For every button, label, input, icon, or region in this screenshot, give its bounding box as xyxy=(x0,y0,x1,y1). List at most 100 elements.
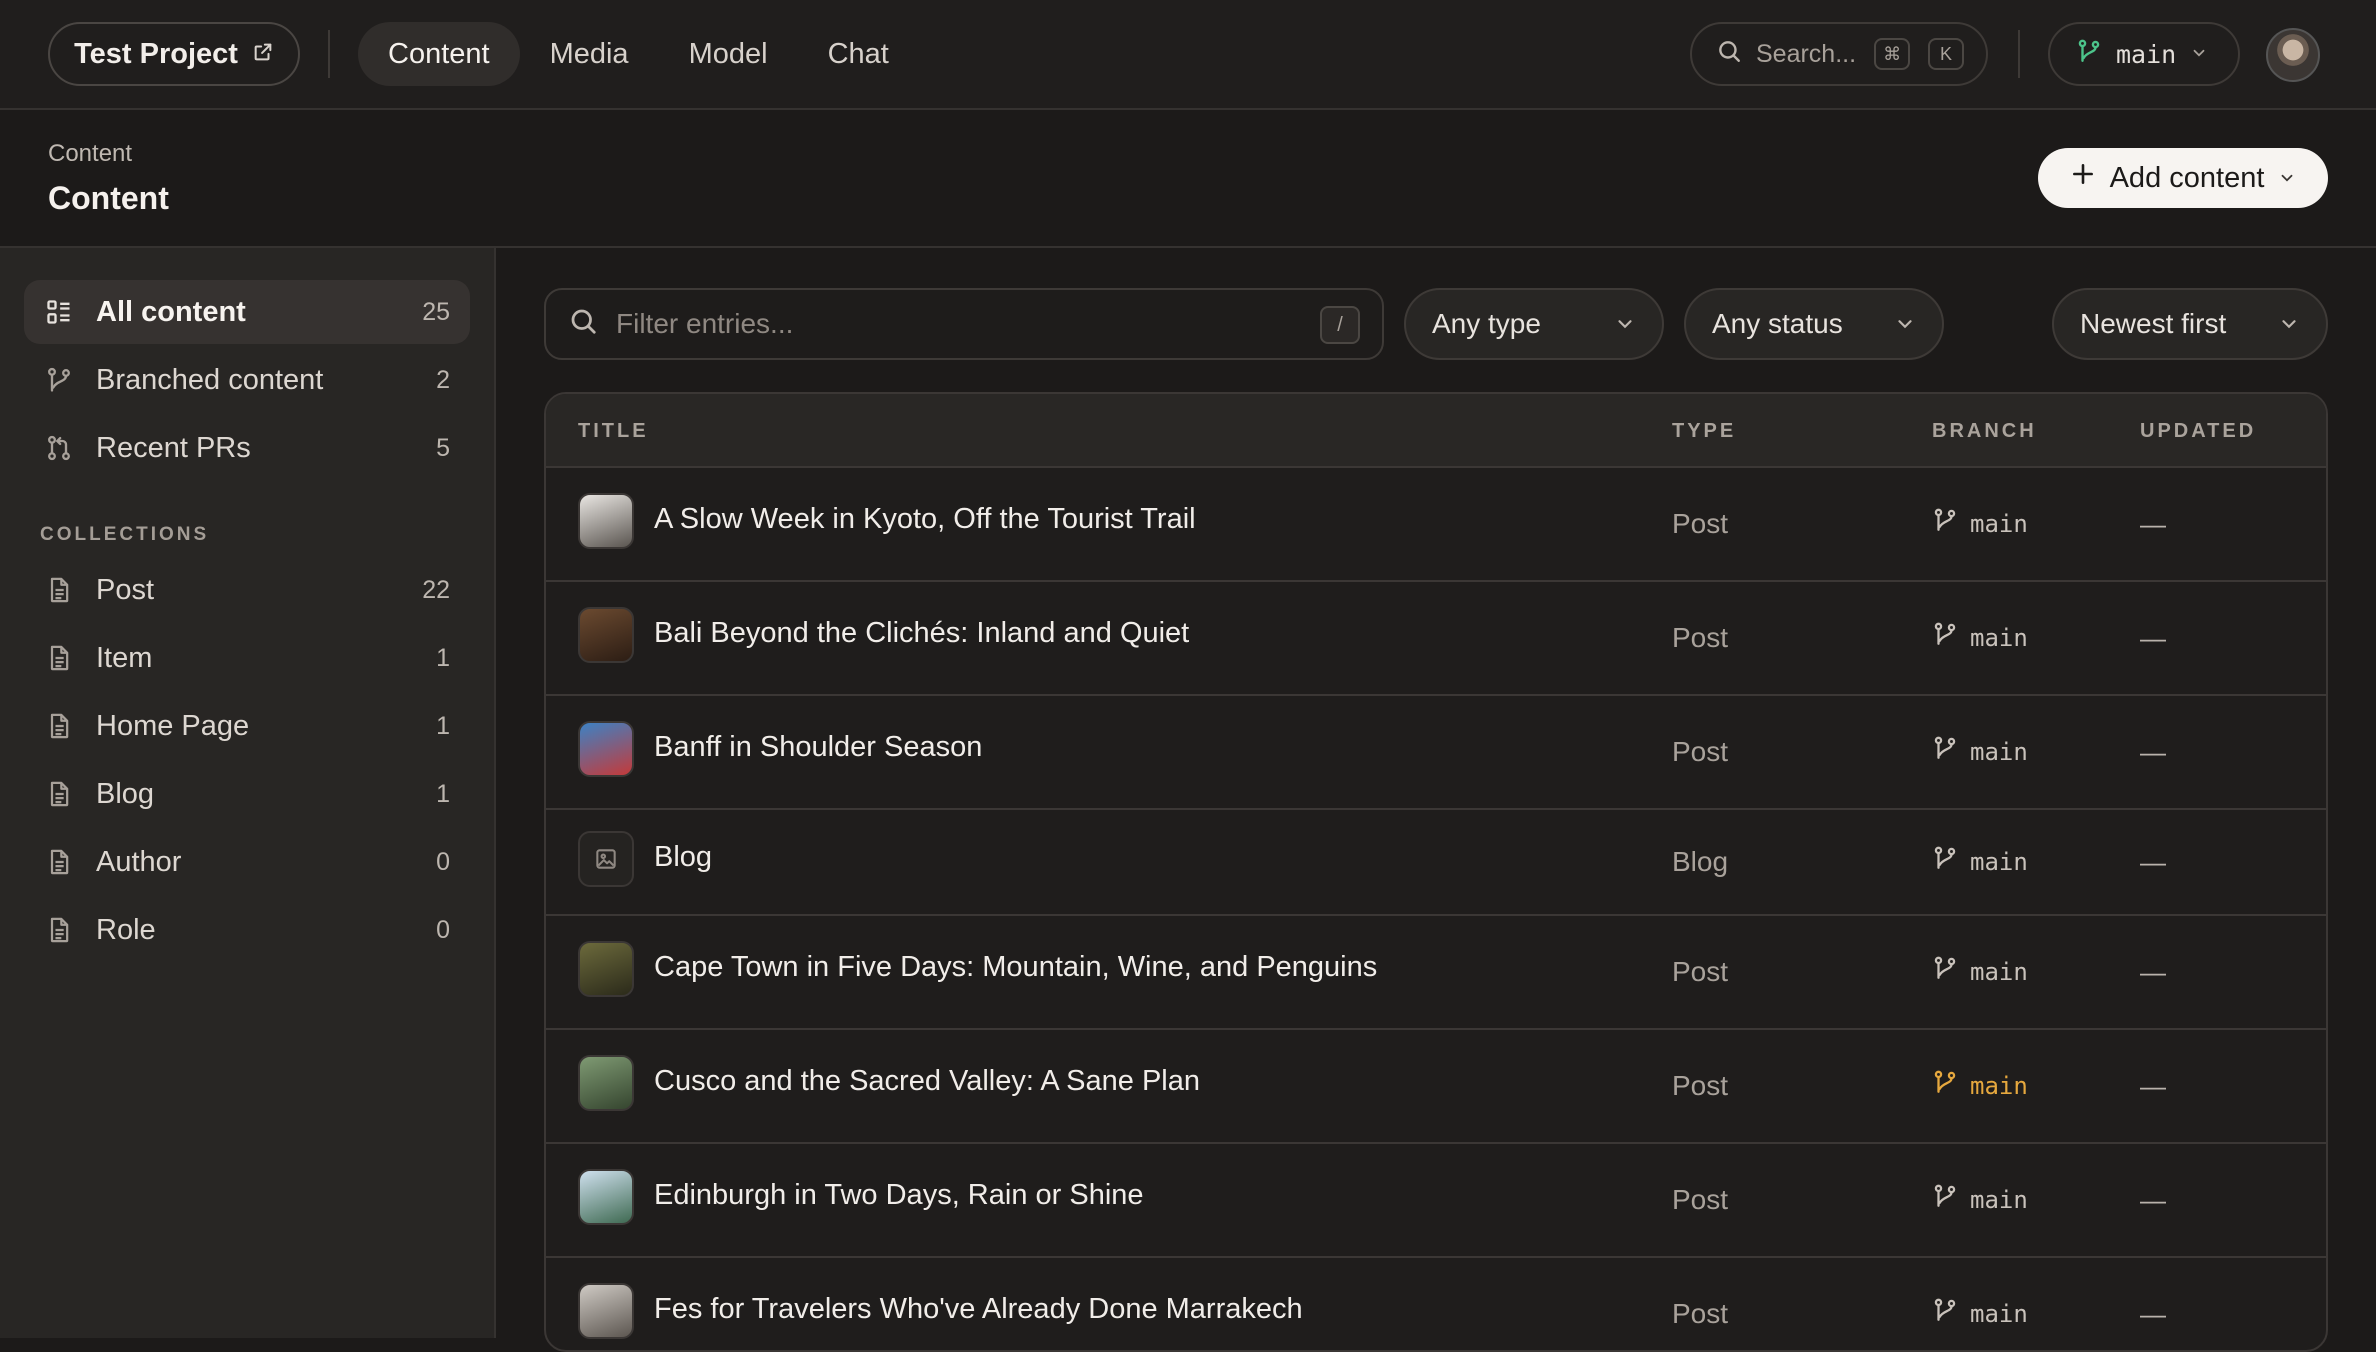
page-header: Content Content Add content xyxy=(0,110,2376,248)
sidebar-item-author[interactable]: Author 0 xyxy=(24,830,470,894)
row-updated: — xyxy=(2140,957,2166,987)
user-avatar[interactable] xyxy=(2266,28,2320,82)
table-row[interactable]: A Slow Week in Kyoto, Off the Tourist Tr… xyxy=(546,468,2326,582)
row-type: Post xyxy=(1672,622,1729,653)
row-branch: main xyxy=(1932,507,2028,540)
sidebar-item-count: 1 xyxy=(436,711,450,740)
cmd-key: ⌘ xyxy=(1874,38,1911,70)
row-title[interactable]: Bali Beyond the Clichés: Inland and Quie… xyxy=(654,617,1189,650)
nav-content[interactable]: Content xyxy=(358,22,520,86)
sidebar-item-count: 5 xyxy=(436,433,450,462)
column-header-type[interactable]: TYPE xyxy=(1672,420,1736,443)
row-updated: — xyxy=(2140,1071,2166,1101)
sidebar-item-blog[interactable]: Blog 1 xyxy=(24,762,470,826)
type-filter-value: Any type xyxy=(1432,308,1541,339)
row-title[interactable]: A Slow Week in Kyoto, Off the Tourist Tr… xyxy=(654,503,1196,536)
sidebar-item-count: 2 xyxy=(436,365,450,394)
row-title[interactable]: Cape Town in Five Days: Mountain, Wine, … xyxy=(654,951,1377,984)
project-switcher-button[interactable]: Test Project xyxy=(48,22,300,86)
sidebar-item-all-content[interactable]: All content 25 xyxy=(24,280,470,344)
row-title[interactable]: Cusco and the Sacred Valley: A Sane Plan xyxy=(654,1065,1200,1098)
breadcrumb[interactable]: Content xyxy=(48,140,132,168)
row-updated: — xyxy=(2140,1299,2166,1329)
git-branch-icon xyxy=(1932,845,1958,878)
row-updated: — xyxy=(2140,737,2166,767)
branch-switcher[interactable]: main xyxy=(2048,22,2240,86)
row-title[interactable]: Edinburgh in Two Days, Rain or Shine xyxy=(654,1179,1144,1212)
git-branch-icon xyxy=(1932,955,1958,988)
row-title[interactable]: Fes for Travelers Who've Already Done Ma… xyxy=(654,1293,1303,1326)
sidebar-item-role[interactable]: Role 0 xyxy=(24,898,470,962)
table-row[interactable]: Bali Beyond the Clichés: Inland and Quie… xyxy=(546,582,2326,696)
sidebar-item-post[interactable]: Post 22 xyxy=(24,558,470,622)
search-icon xyxy=(1716,38,1742,71)
plus-icon xyxy=(2070,161,2096,195)
branch-name: main xyxy=(2116,39,2177,69)
type-filter-select[interactable]: Any type xyxy=(1404,288,1664,360)
thumbnail-image xyxy=(578,493,634,549)
row-title[interactable]: Blog xyxy=(654,841,712,874)
sidebar-item-label: Branched content xyxy=(96,363,324,396)
search-placeholder: Search... xyxy=(1756,39,1857,68)
sidebar-item-count: 25 xyxy=(422,297,450,326)
branch-name: main xyxy=(1970,737,2028,766)
project-name: Test Project xyxy=(74,37,238,70)
sidebar-item-recent-prs[interactable]: Recent PRs 5 xyxy=(24,416,470,480)
row-type: Post xyxy=(1672,736,1729,767)
sidebar-item-branched-content[interactable]: Branched content 2 xyxy=(24,348,470,412)
table-row[interactable]: Blog Blog main — xyxy=(546,810,2326,916)
add-content-label: Add content xyxy=(2109,161,2265,194)
table-row[interactable]: Cape Town in Five Days: Mountain, Wine, … xyxy=(546,916,2326,1030)
git-branch-icon xyxy=(1932,1183,1958,1216)
row-updated: — xyxy=(2140,847,2166,877)
sidebar-item-home-page[interactable]: Home Page 1 xyxy=(24,694,470,758)
image-placeholder-icon xyxy=(578,831,634,887)
branch-name: main xyxy=(1970,847,2028,876)
row-type: Blog xyxy=(1672,846,1729,877)
collections-heading: COLLECTIONS xyxy=(40,524,210,545)
sort-select[interactable]: Newest first xyxy=(2052,288,2328,360)
git-pull-request-icon xyxy=(44,433,74,463)
table-row[interactable]: Edinburgh in Two Days, Rain or Shine Post… xyxy=(546,1144,2326,1258)
grid-list-icon xyxy=(44,297,74,327)
branch-name: main xyxy=(1970,623,2028,652)
global-search[interactable]: Search... ⌘ K xyxy=(1690,22,1988,86)
thumbnail-image xyxy=(578,721,634,777)
add-content-button[interactable]: Add content xyxy=(2038,148,2328,208)
git-branch-icon xyxy=(44,365,74,395)
row-title[interactable]: Banff in Shoulder Season xyxy=(654,731,982,764)
column-header-title[interactable]: TITLE xyxy=(578,420,649,443)
thumbnail-image xyxy=(578,1055,634,1111)
content-table: TITLE TYPE BRANCH UPDATED A Slow Week in… xyxy=(544,392,2328,1352)
top-bar: Test Project Content Media Model Chat Se… xyxy=(0,0,2376,110)
row-updated: — xyxy=(2140,509,2166,539)
external-link-icon xyxy=(252,38,274,71)
divider xyxy=(2018,30,2020,78)
divider xyxy=(328,30,330,78)
thumbnail-image xyxy=(578,1283,634,1339)
sidebar-item-item[interactable]: Item 1 xyxy=(24,626,470,690)
table-row[interactable]: Banff in Shoulder Season Post main — xyxy=(546,696,2326,810)
branch-name: main xyxy=(1970,509,2028,538)
column-header-updated[interactable]: UPDATED xyxy=(2140,420,2256,443)
table-row[interactable]: Cusco and the Sacred Valley: A Sane Plan… xyxy=(546,1030,2326,1144)
document-icon xyxy=(44,847,74,877)
document-icon xyxy=(44,779,74,809)
filter-entries-input[interactable]: Filter entries... / xyxy=(544,288,1384,360)
git-branch-icon xyxy=(2076,38,2102,71)
status-filter-select[interactable]: Any status xyxy=(1684,288,1944,360)
chevron-down-icon xyxy=(2278,313,2300,335)
row-updated: — xyxy=(2140,1185,2166,1215)
thumbnail-image xyxy=(578,941,634,997)
sidebar-item-count: 0 xyxy=(436,915,450,944)
table-header: TITLE TYPE BRANCH UPDATED xyxy=(546,394,2326,468)
nav-model[interactable]: Model xyxy=(659,22,798,86)
git-branch-icon xyxy=(1932,507,1958,540)
nav-media[interactable]: Media xyxy=(520,22,659,86)
git-branch-icon xyxy=(1932,1069,1958,1102)
nav-chat[interactable]: Chat xyxy=(798,22,919,86)
sidebar-item-label: Author xyxy=(96,845,182,878)
column-header-branch[interactable]: BRANCH xyxy=(1932,420,2037,443)
row-type: Post xyxy=(1672,1184,1729,1215)
sidebar-item-label: Home Page xyxy=(96,709,250,742)
